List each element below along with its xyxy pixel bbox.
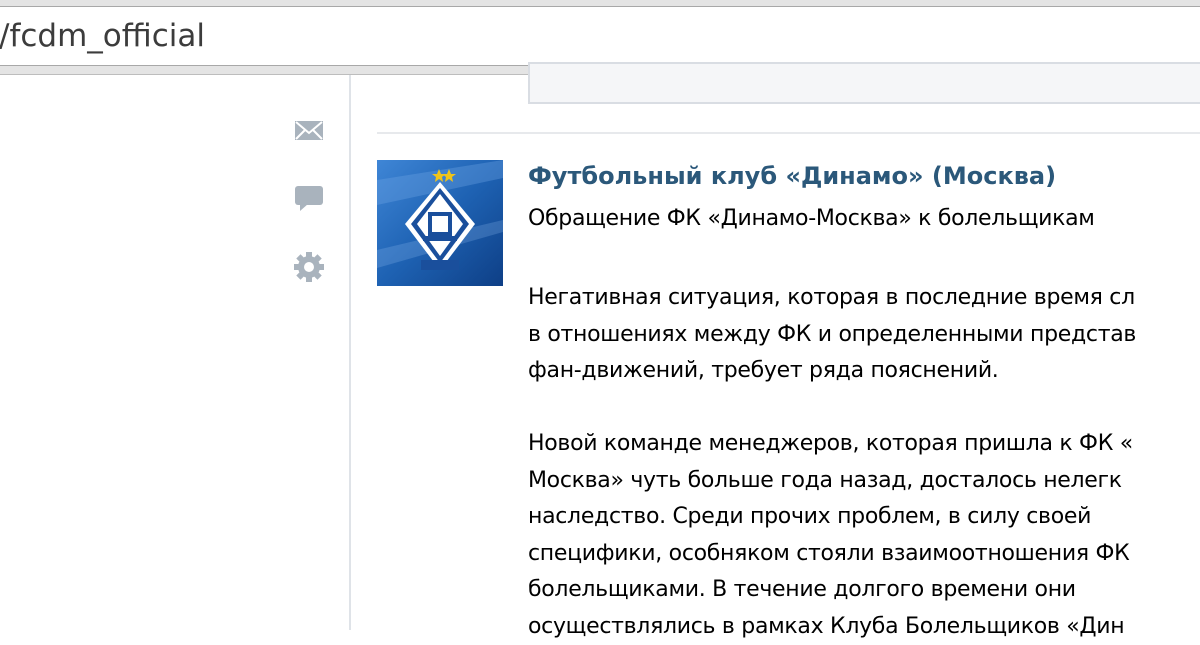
post-body-line: в отношениях между ФК и определенными пр… — [528, 317, 1136, 354]
post-body-line: специфики, особняком стояли взаимоотноше… — [528, 536, 1136, 573]
previous-post-box — [528, 62, 1200, 104]
post-body-line: наследство. Среди прочих проблем, в силу… — [528, 499, 1136, 536]
post-body-line: Москва» чуть больше года назад, досталос… — [528, 463, 1136, 500]
post-body-line: болельщиками. В течение долгого времени … — [528, 572, 1136, 609]
post-body-line: Негативная ситуация, которая в последние… — [528, 280, 1136, 317]
mail-icon[interactable] — [292, 113, 326, 147]
comment-icon[interactable] — [292, 181, 326, 215]
post-separator — [377, 132, 1200, 134]
url-input[interactable]: /fcdm_official — [0, 6, 1200, 66]
post-body-line: фан-движений, требует ряда пояснений. — [528, 353, 1136, 390]
sidebar-divider — [349, 75, 351, 630]
post-body-line: осуществлялись в рамках Клуба Болельщико… — [528, 609, 1136, 645]
post-body-line: Новой команде менеджеров, которая пришла… — [528, 426, 1136, 463]
post-body-line — [528, 390, 1136, 427]
post-author-link[interactable]: Футбольный клуб «Динамо» (Москва) — [528, 162, 1056, 190]
dynamo-logo-avatar[interactable] — [377, 160, 503, 286]
post-subtitle: Обращение ФК «Динамо-Москва» к болельщик… — [528, 206, 1095, 231]
gear-icon[interactable] — [292, 250, 326, 284]
post-body: Негативная ситуация, которая в последние… — [528, 280, 1136, 645]
